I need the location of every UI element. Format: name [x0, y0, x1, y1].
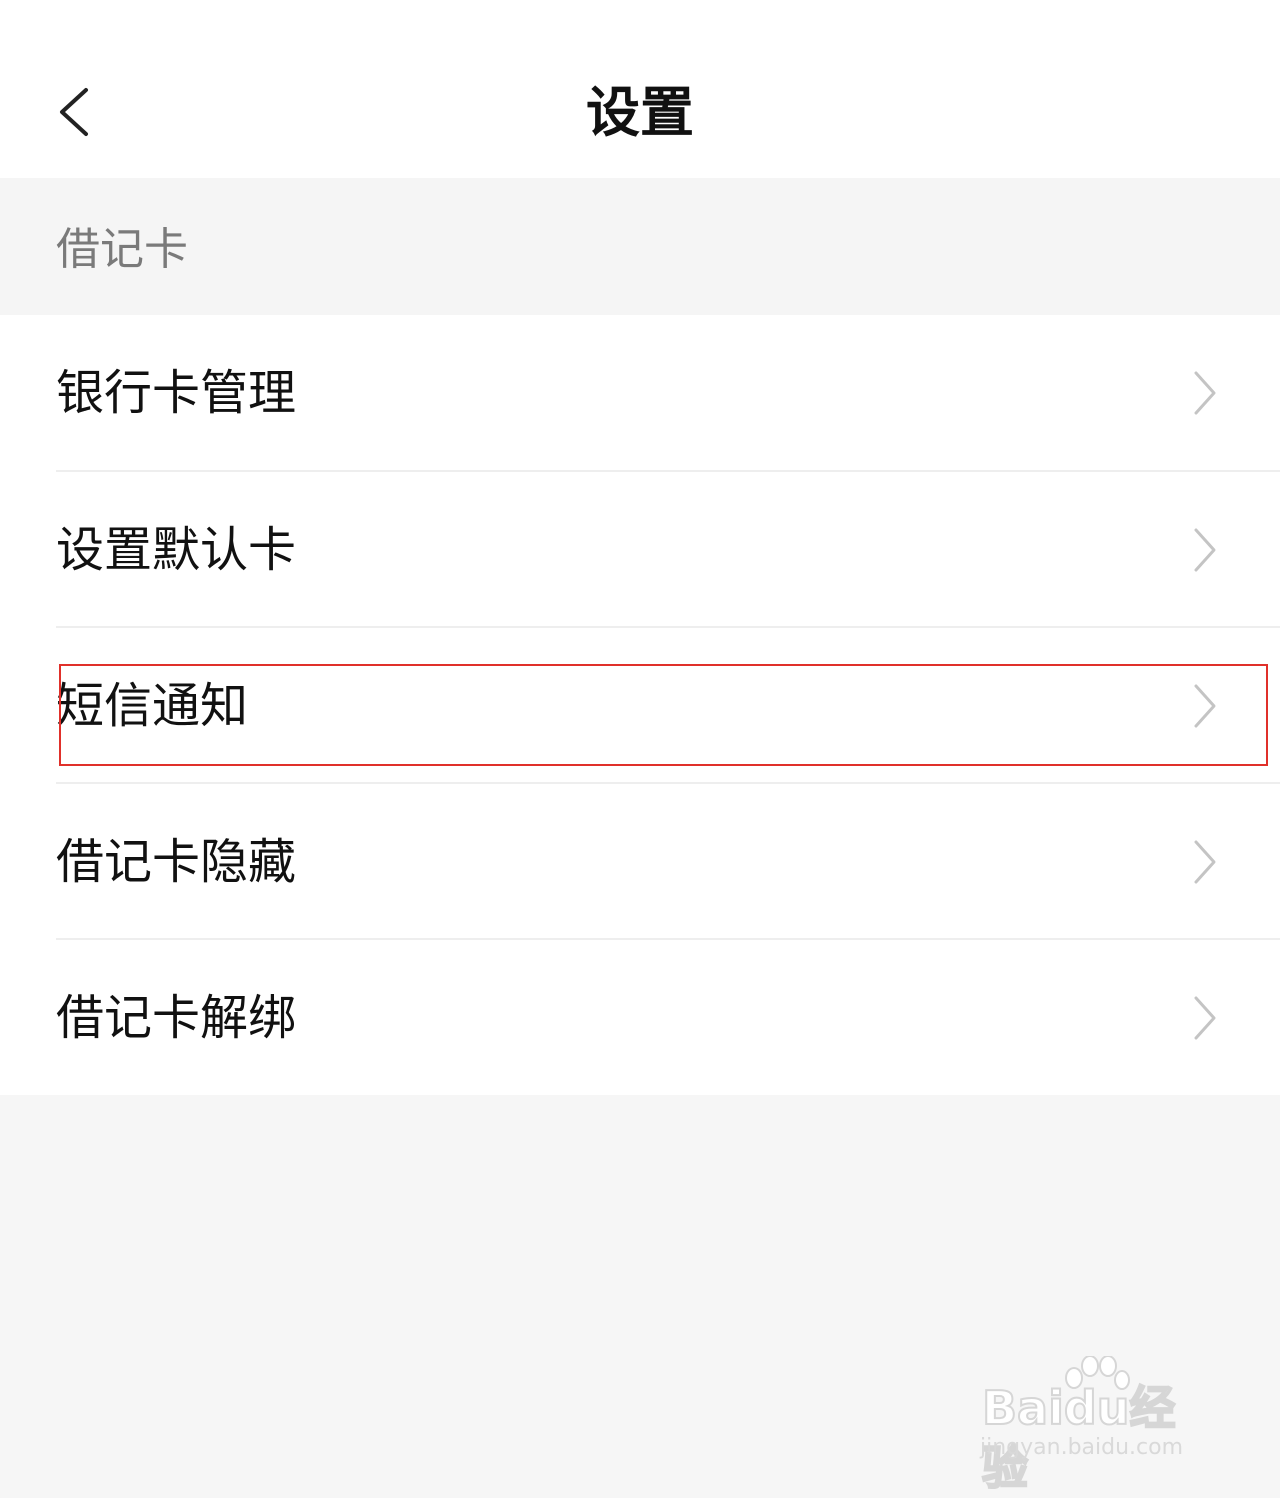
watermark-url: jingyan.baidu.com — [980, 1435, 1184, 1460]
chevron-right-icon — [1194, 996, 1216, 1040]
list-item-label: 借记卡解绑 — [56, 990, 297, 1046]
list-item-label: 借记卡隐藏 — [56, 834, 297, 890]
section-header — [0, 178, 1280, 315]
section-label: 借记卡 — [56, 224, 188, 275]
page-title: 设置 — [586, 81, 694, 144]
list-item-label: 银行卡管理 — [56, 365, 297, 421]
list-item-sms-notification[interactable]: 短信通知 — [0, 628, 1280, 784]
app-header: 设置 — [0, 0, 1280, 178]
chevron-right-icon — [1194, 371, 1216, 415]
list-item-set-default-card[interactable]: 设置默认卡 — [0, 472, 1280, 628]
list-item-unbind-debit-card[interactable]: 借记卡解绑 — [0, 940, 1280, 1096]
settings-list: 银行卡管理 设置默认卡 短信通知 借记卡隐藏 借记卡解绑 — [0, 315, 1280, 1095]
chevron-right-icon — [1194, 840, 1216, 884]
list-item-bank-card-management[interactable]: 银行卡管理 — [0, 315, 1280, 471]
chevron-right-icon — [1194, 684, 1216, 728]
list-item-label: 设置默认卡 — [56, 522, 297, 578]
list-item-label: 短信通知 — [56, 678, 249, 734]
list-item-hide-debit-card[interactable]: 借记卡隐藏 — [0, 784, 1280, 940]
chevron-right-icon — [1194, 528, 1216, 572]
watermark: Baidu经验 jingyan.baidu.com — [980, 1356, 1220, 1496]
